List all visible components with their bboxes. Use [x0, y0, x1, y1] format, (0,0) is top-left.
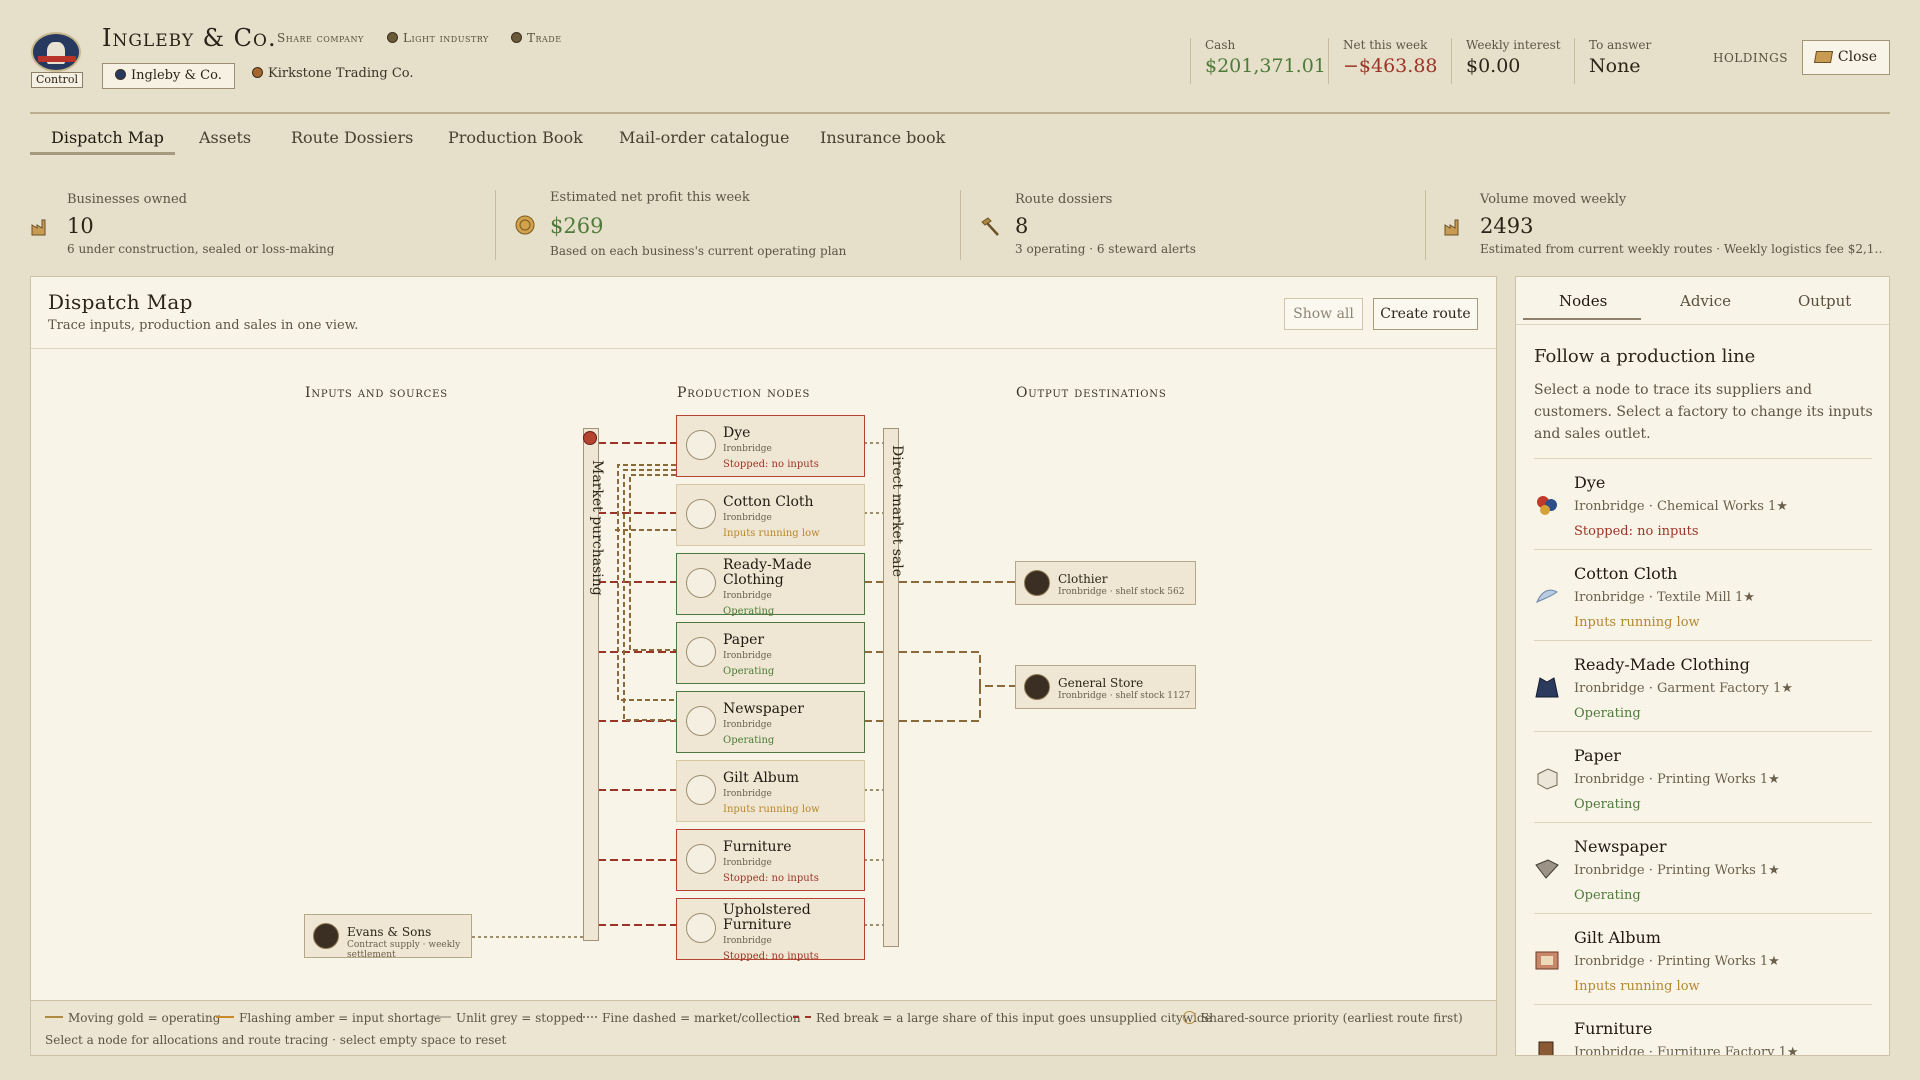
shop-icon [1024, 674, 1050, 700]
stat-to-answer: To answer None [1574, 38, 1684, 84]
node-ready-made-clothing[interactable]: Ready-Made Clothing Ironbridge Operating [676, 553, 865, 617]
side-active-tab-indicator [1523, 318, 1641, 320]
list-item[interactable]: Dye Ironbridge · Chemical Works 1★ Stopped… [1534, 458, 1872, 549]
list-item[interactable]: Ready-Made Clothing Ironbridge · Garment … [1534, 640, 1872, 731]
side-description: Select a node to trace its suppliers and… [1534, 382, 1873, 442]
side-tab-advice[interactable]: Advice [1680, 292, 1731, 310]
node-cotton-cloth[interactable]: Cotton Cloth Ironbridge Inputs running low [676, 484, 865, 546]
list-item[interactable]: Newspaper Ironbridge · Printing Works 1★ O… [1534, 822, 1872, 913]
album-icon [1534, 948, 1560, 972]
node-furniture[interactable]: Furniture Ironbridge Stopped: no inputs [676, 829, 865, 891]
coat-icon [686, 568, 716, 598]
close-button[interactable]: Close [1802, 40, 1890, 75]
direct-market-sale-label: Direct market sale [889, 445, 905, 578]
node-dye[interactable]: Dye Ironbridge Stopped: no inputs [676, 415, 865, 477]
newspaper-icon [1534, 857, 1560, 881]
paper-icon [686, 637, 716, 667]
dye-icon [1534, 493, 1560, 517]
legend-shortage: Flashing amber = input shortage [216, 1011, 441, 1025]
cotton-icon [686, 499, 716, 529]
alert-icon [583, 431, 597, 445]
legend-shared-source: Shared-source priority (earliest route f… [1183, 1011, 1463, 1025]
coat-icon [1534, 675, 1560, 699]
shop-icon [1024, 570, 1050, 596]
node-gilt-album[interactable]: Gilt Album Ironbridge Inputs running low [676, 760, 865, 822]
node-paper[interactable]: Paper Ironbridge Operating [676, 622, 865, 684]
dye-icon [686, 430, 716, 460]
warehouse-icon [313, 923, 339, 949]
side-node-list: Dye Ironbridge · Chemical Works 1★ Stopped… [1516, 455, 1889, 1055]
destination-general-store[interactable]: General Store Ironbridge · shelf stock 11… [1015, 665, 1196, 709]
legend-hint: Select a node for allocations and route … [45, 1033, 507, 1047]
node-upholstered-furniture[interactable]: Upholstered Furniture Ironbridge Stopped: … [676, 898, 865, 962]
chair-icon [686, 844, 716, 874]
destination-clothier[interactable]: Clothier Ironbridge · shelf stock 562 [1015, 561, 1196, 605]
holdings-link[interactable]: HOLDINGS [1713, 51, 1788, 65]
list-item[interactable]: Gilt Album Ironbridge · Printing Works 1★… [1534, 913, 1872, 1004]
chair-icon [1534, 1039, 1560, 1055]
side-tab-nodes[interactable]: Nodes [1559, 292, 1607, 310]
node-newspaper[interactable]: Newspaper Ironbridge Operating [676, 691, 865, 753]
side-tab-divider [1516, 324, 1889, 325]
summary-volume: Volume moved weekly 2493 Estimated from cu… [1444, 190, 1884, 262]
legend-stopped: Unlit grey = stopped [433, 1011, 584, 1025]
list-item[interactable]: Paper Ironbridge · Printing Works 1★ Opera… [1534, 731, 1872, 822]
market-purchasing-label: Market purchasing [589, 460, 605, 596]
side-heading: Follow a production line [1534, 346, 1756, 367]
side-tab-output[interactable]: Output [1798, 292, 1851, 310]
paper-icon [1534, 766, 1560, 790]
legend-market: Fine dashed = market/collection [579, 1011, 801, 1025]
armchair-icon [686, 913, 716, 943]
newspaper-icon [686, 706, 716, 736]
legend-red-break: Red break = a large share of this input … [793, 1011, 1212, 1025]
legend-operating: Moving gold = operating [45, 1011, 220, 1025]
priority-icon [1183, 1011, 1196, 1024]
book-icon [1813, 51, 1834, 63]
list-item[interactable]: Furniture Ironbridge · Furniture Factory … [1534, 1004, 1872, 1055]
album-icon [686, 775, 716, 805]
source-evans-sons[interactable]: Evans & Sons Contract supply · weekly set… [304, 914, 472, 960]
list-item[interactable]: Cotton Cloth Ironbridge · Textile Mill 1★… [1534, 549, 1872, 640]
cotton-icon [1534, 584, 1560, 608]
